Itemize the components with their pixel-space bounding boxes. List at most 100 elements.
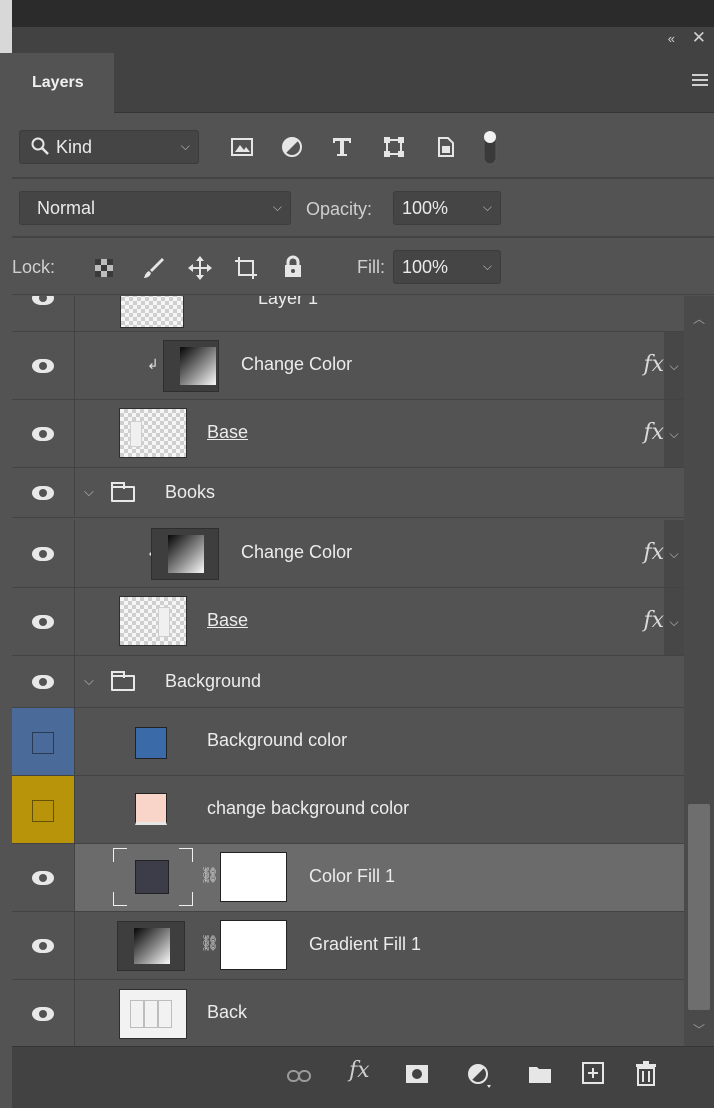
lock-artboard-icon[interactable] — [234, 256, 258, 280]
panel-title-bar: « ✕ — [0, 27, 714, 53]
fx-icon[interactable]: fx — [643, 608, 664, 633]
blend-mode-dropdown[interactable]: Normal ⌵ — [19, 191, 291, 225]
link-layers-icon[interactable] — [287, 1069, 311, 1083]
layer-name: Background — [165, 671, 262, 691]
eye-icon — [32, 547, 54, 561]
layer-thumbnail — [119, 408, 187, 458]
layer-row[interactable]: Base fx ⌵ — [12, 588, 684, 656]
layer-name: Base — [207, 422, 249, 442]
fx-icon[interactable]: fx — [643, 352, 664, 377]
new-group-icon[interactable] — [528, 1064, 552, 1084]
adjustment-thumbnail — [151, 528, 219, 580]
layer-thumbnail — [120, 296, 184, 328]
opacity-value: 100% — [402, 197, 449, 218]
visibility-toggle[interactable] — [12, 468, 75, 517]
layer-row[interactable]: ↲ Change Color fx ⌵ — [12, 520, 684, 588]
layer-row[interactable]: change background color — [12, 776, 684, 844]
chevron-down-icon[interactable]: ⌵ — [664, 400, 684, 467]
add-mask-icon[interactable] — [405, 1064, 429, 1084]
collapse-panel-icon[interactable]: « — [668, 31, 675, 46]
visibility-toggle[interactable] — [12, 656, 75, 707]
eye-icon — [32, 296, 54, 305]
lock-all-icon[interactable] — [282, 255, 304, 279]
layer-thumbnail — [119, 989, 187, 1039]
filter-row: Kind ⌵ — [12, 114, 714, 178]
layer-name: Books — [165, 482, 216, 502]
layer-row-selected[interactable]: ⛓ Color Fill 1 — [12, 844, 684, 912]
filter-toggle-icon[interactable] — [482, 128, 498, 166]
layer-name: Layer 1 — [258, 296, 319, 308]
shape-filter-icon[interactable] — [382, 135, 406, 159]
opacity-label: Opacity: — [306, 199, 373, 219]
chevron-down-icon: ⌵ — [180, 139, 190, 153]
visibility-toggle[interactable] — [12, 776, 75, 843]
chevron-down-icon[interactable]: ⌵ — [664, 588, 684, 655]
chevron-down-icon[interactable]: ⌵ — [664, 520, 684, 587]
tab-layers[interactable]: Layers — [12, 53, 114, 113]
kind-filter-dropdown[interactable]: Kind ⌵ — [19, 130, 199, 164]
chevron-down-icon[interactable]: ⌵ — [664, 332, 684, 399]
link-chain-icon[interactable]: ⛓ — [200, 934, 219, 952]
layer-row[interactable]: ⛓ Gradient Fill 1 — [12, 912, 684, 980]
scroll-up-icon[interactable]: ︿ — [693, 310, 705, 327]
mask-thumbnail[interactable] — [220, 920, 287, 970]
delete-icon[interactable] — [635, 1060, 657, 1086]
chevron-down-icon: ⌵ — [482, 200, 492, 214]
tab-row: Layers — [12, 53, 714, 113]
chevron-down-icon[interactable]: ⌵ — [84, 674, 94, 689]
fx-icon[interactable]: fx — [643, 420, 664, 445]
gradient-swatch — [180, 347, 216, 385]
visibility-toggle[interactable] — [12, 708, 75, 775]
layer-row[interactable]: ↲ Change Color fx ⌵ — [12, 332, 684, 400]
layer-thumbnail — [119, 596, 187, 646]
visibility-toggle[interactable] — [12, 912, 75, 979]
folder-icon — [111, 482, 135, 502]
visibility-toggle[interactable] — [12, 588, 75, 655]
layer-name: change background color — [207, 798, 410, 818]
group-row[interactable]: ⌵ Background — [12, 656, 684, 708]
layer-row[interactable]: Background color — [12, 708, 684, 776]
add-style-icon[interactable]: fx — [349, 1058, 370, 1083]
chevron-down-icon: ⌵ — [272, 200, 282, 214]
link-chain-icon[interactable]: ⛓ — [200, 866, 219, 884]
scrollbar-thumb[interactable] — [688, 804, 710, 1010]
visibility-toggle[interactable] — [12, 400, 75, 467]
layers-scrollbar[interactable]: ︿ ﹀ — [684, 296, 714, 1046]
panel-menu-icon[interactable] — [692, 74, 708, 88]
blend-row: Normal ⌵ Opacity: 100% ⌵ — [12, 178, 714, 237]
adjustment-filter-icon[interactable] — [280, 135, 304, 159]
close-panel-icon[interactable]: ✕ — [692, 28, 706, 48]
eye-icon — [32, 427, 54, 441]
visibility-toggle[interactable] — [12, 296, 75, 331]
layer-name: Change Color — [241, 354, 353, 374]
new-adjustment-icon[interactable] — [467, 1063, 493, 1089]
layer-row[interactable]: Back — [12, 980, 684, 1046]
chevron-down-icon[interactable]: ⌵ — [84, 485, 94, 500]
gradient-thumbnail — [117, 921, 185, 971]
visibility-toggle[interactable] — [12, 844, 75, 911]
visibility-toggle[interactable] — [12, 332, 75, 399]
scroll-down-icon[interactable]: ﹀ — [693, 1021, 705, 1038]
mask-thumbnail[interactable] — [220, 852, 287, 902]
lock-position-icon[interactable] — [187, 255, 213, 281]
group-row[interactable]: ⌵ Books — [12, 468, 684, 518]
lock-transparent-pixels-icon[interactable] — [94, 258, 114, 278]
opacity-field[interactable]: 100% ⌵ — [393, 191, 501, 225]
color-fill-thumbnail — [135, 793, 167, 825]
visibility-toggle[interactable] — [12, 980, 75, 1046]
layers-list[interactable]: Layer 1 ↲ Change Color fx ⌵ Base fx ⌵ ⌵ … — [12, 296, 684, 1046]
image-filter-icon[interactable] — [230, 136, 254, 158]
type-filter-icon[interactable] — [330, 135, 354, 159]
fill-field[interactable]: 100% ⌵ — [393, 250, 501, 284]
smart-object-filter-icon[interactable] — [433, 135, 457, 159]
fx-icon[interactable]: fx — [643, 540, 664, 565]
layer-name: Back — [207, 1002, 248, 1022]
eye-icon — [32, 871, 54, 885]
hidden-visibility-box — [32, 732, 54, 754]
new-layer-icon[interactable] — [582, 1062, 604, 1084]
lock-image-pixels-icon[interactable] — [142, 256, 166, 280]
visibility-toggle[interactable] — [12, 520, 75, 587]
layer-row[interactable]: Base fx ⌵ — [12, 400, 684, 468]
fill-value: 100% — [402, 256, 449, 277]
layer-row[interactable]: Layer 1 — [12, 296, 684, 332]
